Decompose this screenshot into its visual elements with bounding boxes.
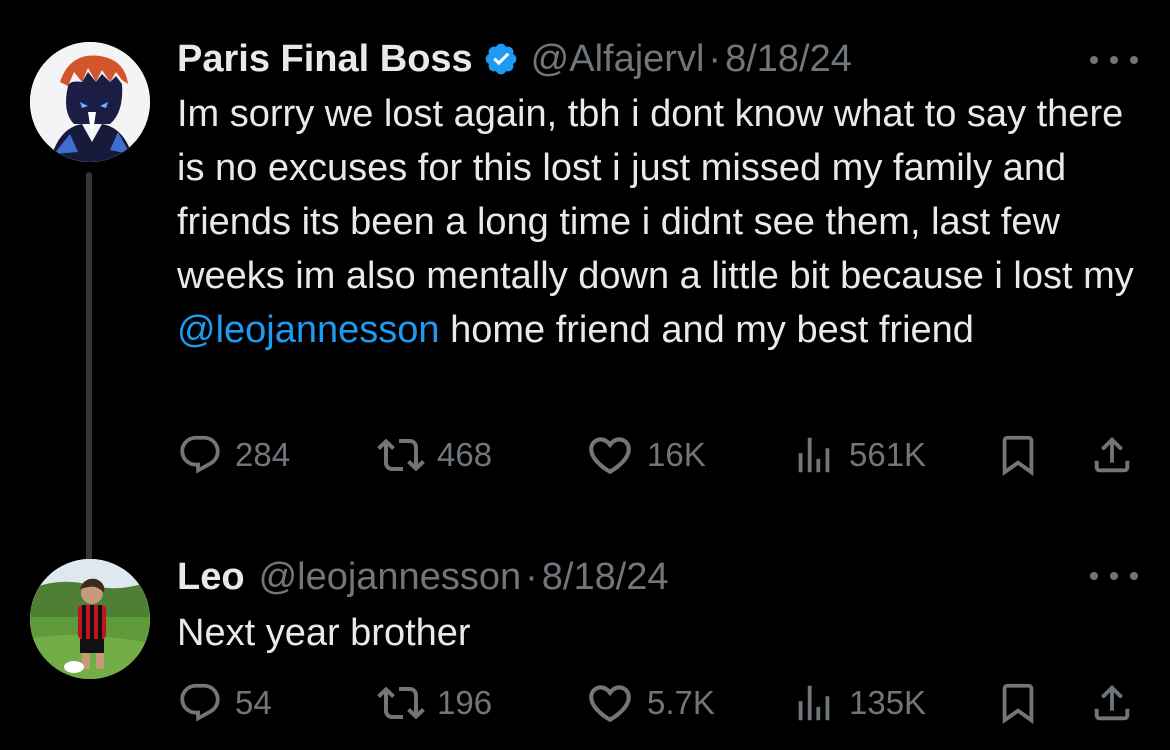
bookmark-button[interactable] [995, 430, 1041, 480]
share-icon [1094, 436, 1130, 473]
like-icon [589, 437, 631, 475]
tweet-date[interactable]: 8/18/24 [725, 38, 852, 81]
bookmark-icon [1002, 683, 1034, 724]
tweet-text: Next year brother [177, 612, 471, 654]
repost-count: 468 [437, 436, 493, 473]
avatar[interactable] [30, 559, 150, 679]
tweet-text-part: Im sorry we lost again, tbh i dont know … [177, 93, 1134, 297]
like-count: 16K [647, 436, 706, 473]
reply-count: 54 [235, 684, 272, 721]
repost-icon [377, 438, 425, 472]
tweet-text-part: home friend and my best friend [439, 309, 974, 351]
user-handle[interactable]: @leojannesson [259, 556, 522, 599]
views-icon [798, 685, 830, 721]
user-handle[interactable]: @Alfajervl [531, 38, 705, 81]
separator-dot: · [525, 555, 538, 598]
repost-count: 196 [437, 684, 493, 721]
more-options-button[interactable] [1090, 50, 1138, 70]
separator-dot: · [708, 37, 722, 80]
verified-badge-icon [485, 43, 517, 75]
tweet-text: Im sorry we lost again, tbh i dont know … [177, 87, 1147, 357]
reply-count: 284 [235, 436, 291, 473]
repost-button[interactable]: 468 [377, 430, 492, 480]
tweet-header: Leo @leojannesson · 8/18/24 [177, 552, 669, 602]
like-icon [589, 685, 631, 723]
bookmark-button[interactable] [995, 678, 1041, 728]
reply-icon [180, 683, 220, 722]
like-button[interactable]: 16K [585, 430, 706, 480]
tweet-actions: 54 196 5.7K 135K [177, 678, 1147, 728]
share-button[interactable] [1089, 430, 1135, 480]
reply-icon [180, 435, 220, 474]
tweet-header: Paris Final Boss @Alfajervl · 8/18/24 [177, 34, 852, 84]
display-name[interactable]: Paris Final Boss [177, 38, 473, 81]
repost-button[interactable]: 196 [377, 678, 492, 728]
reply-button[interactable]: 284 [177, 430, 290, 480]
views-icon [798, 437, 830, 473]
views-button[interactable]: 561K [791, 430, 926, 480]
thread-connector-line [86, 172, 92, 570]
avatar-anime-character-image [30, 42, 150, 162]
reply-tweet[interactable]: Leo @leojannesson · 8/18/24 Next year br… [0, 540, 1170, 750]
more-icon [1090, 572, 1098, 580]
avatar-photo-image [30, 559, 150, 679]
tweet-date[interactable]: 8/18/24 [542, 556, 669, 599]
like-count: 5.7K [647, 684, 715, 721]
tweet-actions: 284 468 16K 561K [177, 430, 1147, 480]
avatar[interactable] [30, 42, 150, 162]
tweet[interactable]: Paris Final Boss @Alfajervl · 8/18/24 Im… [0, 0, 1170, 570]
repost-icon [377, 686, 425, 720]
bookmark-icon [1002, 435, 1034, 476]
reply-button[interactable]: 54 [177, 678, 272, 728]
more-options-button[interactable] [1090, 566, 1138, 586]
more-icon [1090, 56, 1098, 64]
share-icon [1094, 684, 1130, 721]
display-name[interactable]: Leo [177, 556, 245, 599]
mention-link[interactable]: @leojannesson [177, 309, 440, 351]
views-button[interactable]: 135K [791, 678, 926, 728]
view-count: 135K [849, 684, 927, 721]
like-button[interactable]: 5.7K [585, 678, 715, 728]
share-button[interactable] [1089, 678, 1135, 728]
view-count: 561K [849, 436, 927, 473]
